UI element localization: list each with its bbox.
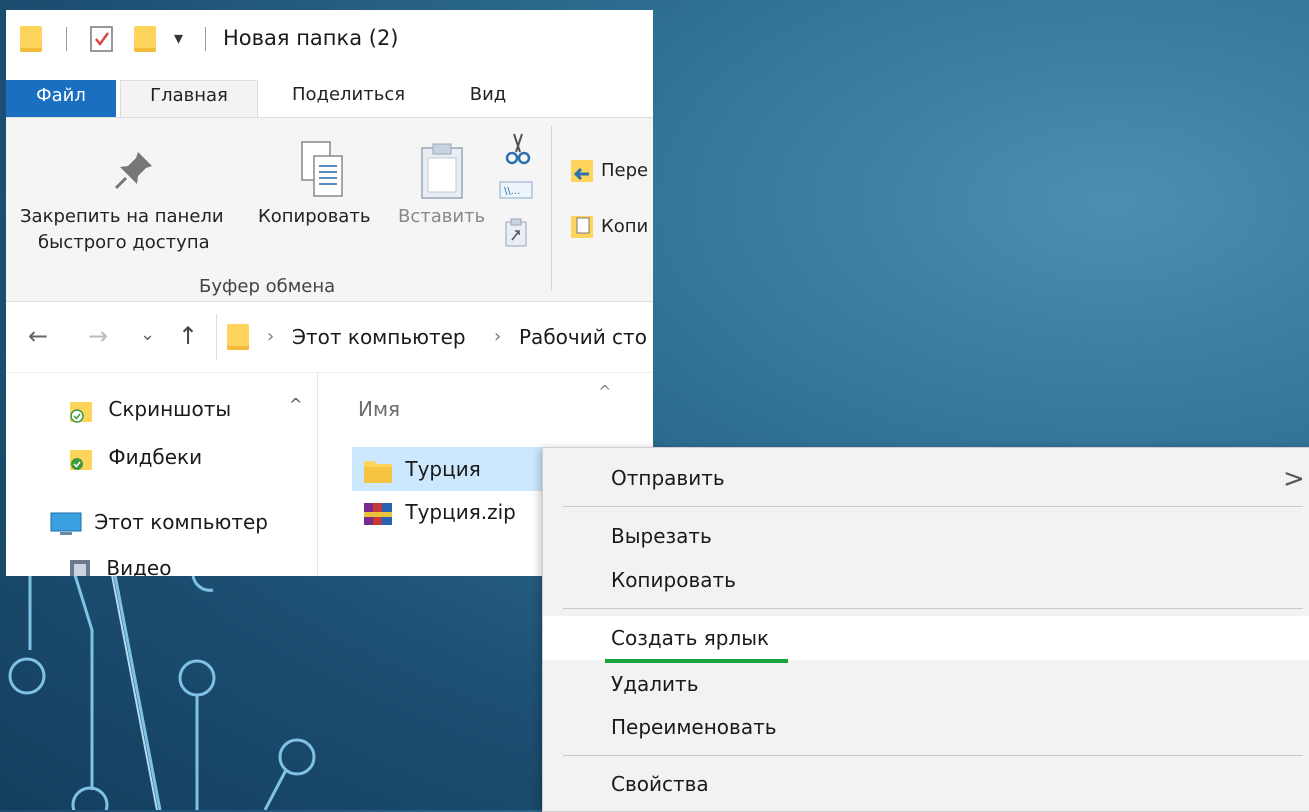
- folder-sync-icon: [70, 401, 92, 423]
- menu-item-cut[interactable]: Вырезать: [611, 524, 712, 548]
- menu-item-rename[interactable]: Переименовать: [611, 715, 777, 739]
- folder-synced-icon: [70, 449, 92, 470]
- copy-to-label: Копи: [601, 216, 649, 237]
- column-header-name[interactable]: Имя: [358, 397, 400, 421]
- ribbon-tabs: Файл Главная Поделиться Вид: [6, 80, 653, 119]
- submenu-arrow-icon: >: [1283, 464, 1305, 494]
- nav-item-label: Этот компьютер: [94, 510, 268, 534]
- file-name: Турция: [405, 457, 481, 481]
- pane-divider[interactable]: [317, 373, 318, 576]
- breadcrumb-chevron-icon: ›: [267, 326, 275, 347]
- address-bar[interactable]: › Этот компьютер › Рабочий сто: [216, 314, 653, 360]
- context-menu: Отправить > Вырезать Копировать Создать …: [542, 447, 1309, 812]
- clipboard-icon: [421, 143, 463, 199]
- highlight-underline: [605, 659, 788, 663]
- navigation-bar: ← → ⌄ ↑ › Этот компьютер › Рабочий сто: [6, 302, 653, 373]
- nav-item-screenshots[interactable]: Скриншоты: [68, 397, 231, 424]
- folder-icon[interactable]: [20, 26, 42, 52]
- ribbon-home: Закрепить на панели быстрого доступа Коп…: [6, 117, 653, 302]
- computer-icon: [50, 512, 82, 535]
- tab-home[interactable]: Главная: [120, 80, 258, 119]
- paste-label: Вставить: [398, 206, 486, 227]
- tab-share[interactable]: Поделиться: [276, 80, 421, 118]
- properties-check-icon[interactable]: [89, 25, 115, 57]
- breadcrumb-chevron-icon: ›: [494, 326, 502, 347]
- customize-toolbar-dropdown[interactable]: ▾: [174, 28, 183, 49]
- toolbar-divider: [205, 27, 206, 51]
- file-name: Турция.zip: [405, 500, 516, 524]
- toolbar-divider: [66, 27, 67, 51]
- ribbon-group-divider: [551, 126, 552, 291]
- nav-item-label: Фидбеки: [108, 445, 203, 469]
- move-to-icon: [571, 160, 593, 182]
- back-arrow-icon[interactable]: ←: [28, 322, 48, 350]
- scissors-icon[interactable]: [503, 132, 533, 166]
- nav-item-feedback[interactable]: Фидбеки: [68, 445, 202, 472]
- nav-item-this-pc[interactable]: Этот компьютер: [50, 510, 268, 537]
- forward-arrow-icon[interactable]: →: [88, 322, 108, 350]
- copy-to-icon: [571, 216, 593, 238]
- nav-item-label: Видео: [106, 556, 172, 576]
- pin-label-line1: Закрепить на панели: [20, 206, 224, 227]
- up-arrow-icon[interactable]: ↑: [178, 322, 198, 350]
- nav-item-videos[interactable]: Видео: [68, 556, 171, 576]
- nav-scroll-up-icon[interactable]: ^: [289, 395, 302, 414]
- folder-icon: [364, 460, 392, 483]
- menu-separator: [563, 755, 1303, 756]
- pin-label-line2: быстрого доступа: [38, 232, 210, 253]
- new-folder-icon[interactable]: [134, 26, 156, 52]
- menu-separator: [563, 608, 1303, 609]
- copy-label: Копировать: [258, 206, 371, 227]
- navigation-pane: ^ Скриншоты Фидбеки Этот компьютер Видео: [6, 373, 316, 576]
- menu-item-copy[interactable]: Копировать: [611, 568, 736, 592]
- winrar-archive-icon: [364, 502, 392, 525]
- clipboard-group-caption: Буфер обмена: [199, 276, 336, 297]
- tab-file[interactable]: Файл: [6, 80, 116, 118]
- recent-locations-chevron-icon[interactable]: ⌄: [140, 324, 155, 345]
- file-row-turkey-folder[interactable]: Турция: [363, 457, 481, 484]
- tab-view[interactable]: Вид: [456, 80, 520, 118]
- breadcrumb-desktop[interactable]: Рабочий сто: [519, 325, 647, 349]
- folder-icon: [227, 324, 249, 350]
- menu-item-properties[interactable]: Свойства: [611, 772, 709, 796]
- window-title: Новая папка (2): [223, 26, 399, 50]
- breadcrumb-this-pc[interactable]: Этот компьютер: [292, 325, 466, 349]
- nav-item-label: Скриншоты: [108, 397, 232, 421]
- menu-separator: [563, 506, 1303, 507]
- video-icon: [70, 559, 90, 576]
- copy-path-icon[interactable]: \\...: [499, 180, 533, 200]
- paste-shortcut-icon[interactable]: [504, 218, 528, 248]
- svg-text:\\...: \\...: [504, 186, 520, 197]
- menu-item-send-to[interactable]: Отправить: [611, 466, 725, 490]
- copy-icon: [301, 141, 343, 197]
- move-to-label: Пере: [601, 160, 649, 181]
- menu-item-delete[interactable]: Удалить: [611, 672, 699, 696]
- menu-item-create-shortcut[interactable]: Создать ярлык: [611, 626, 769, 650]
- file-row-turkey-zip[interactable]: Турция.zip: [363, 500, 516, 527]
- sort-ascending-icon: ^: [598, 382, 612, 401]
- title-bar: ▾ Новая папка (2): [6, 10, 653, 70]
- pin-icon: [114, 152, 152, 190]
